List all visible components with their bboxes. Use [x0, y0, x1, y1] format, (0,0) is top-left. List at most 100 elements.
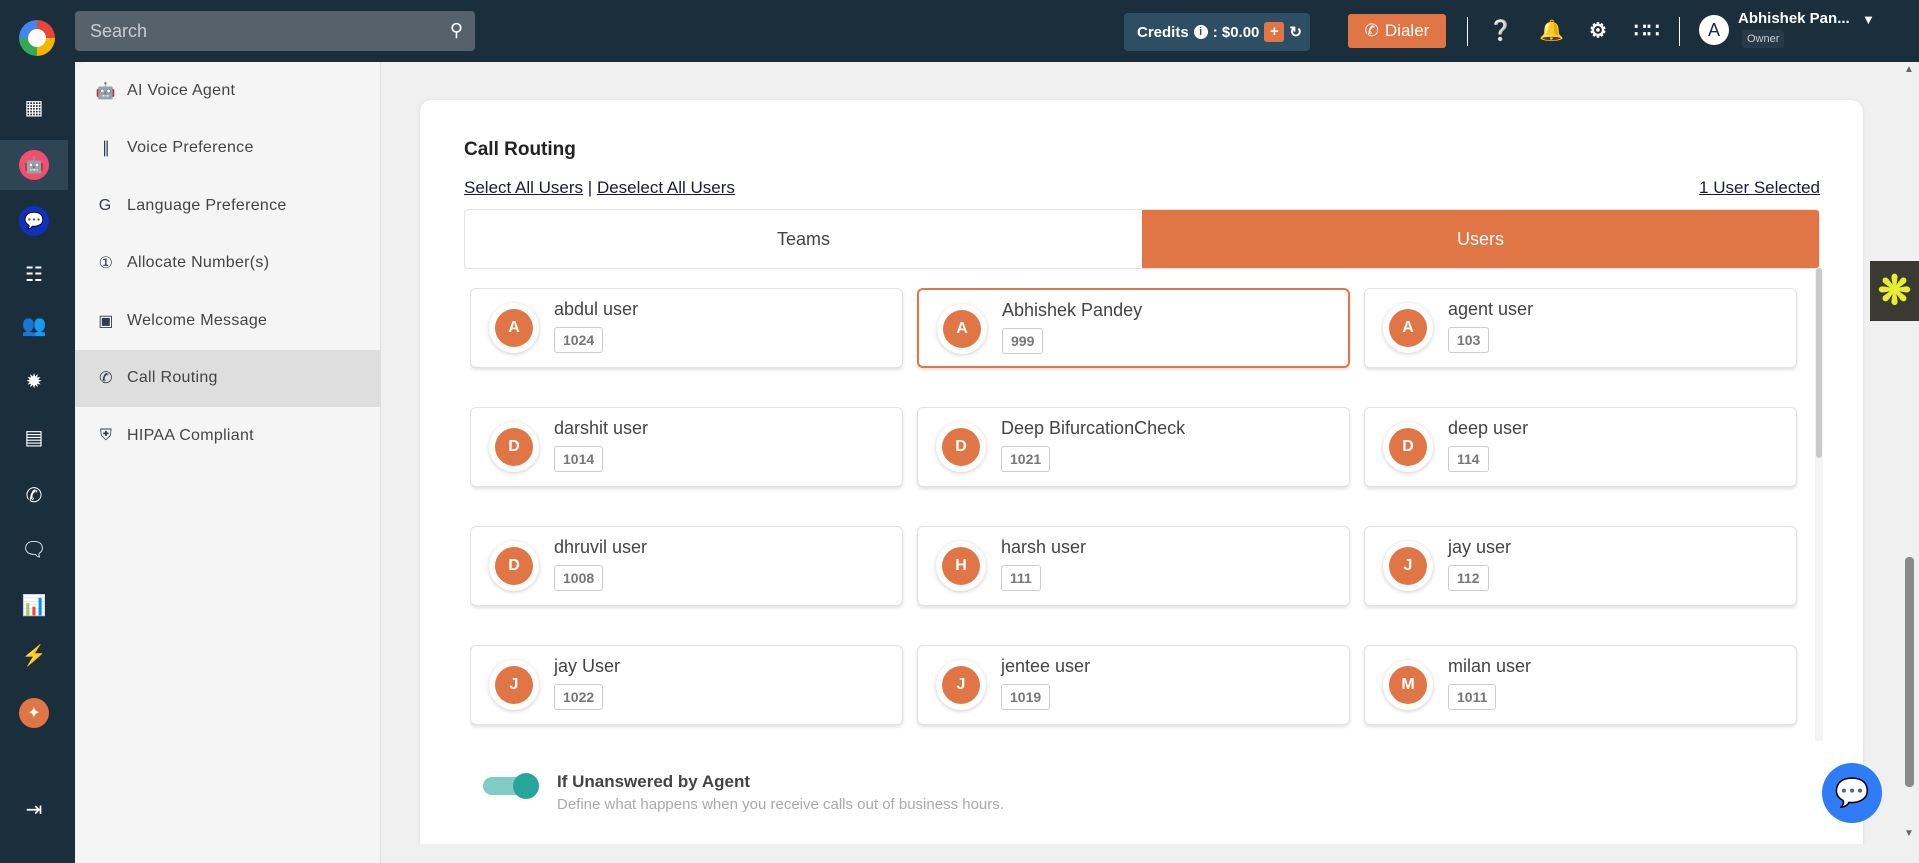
unanswered-description: Define what happens when you receive cal… — [557, 796, 1004, 813]
user-grid: A abdul user 1024 A Abhishek Pandey 999 A … — [470, 288, 1816, 741]
sidebar-item-allocate-numbers[interactable]: ① Allocate Number(s) — [75, 235, 380, 293]
message-icon[interactable]: 🗨 — [0, 524, 68, 574]
integrations-icon[interactable]: ✹ — [0, 356, 68, 406]
translate-icon: G — [98, 196, 114, 214]
selected-count[interactable]: 1 User Selected — [1699, 178, 1820, 198]
search-input[interactable]: Search ⚲ — [75, 11, 475, 51]
avatar: H — [936, 541, 986, 591]
deselect-all-users-link[interactable]: Deselect All Users — [597, 178, 735, 197]
tab-users[interactable]: Users — [1142, 210, 1819, 268]
sidebar-item-language-preference[interactable]: G Language Preference — [75, 177, 380, 235]
selection-links: Select All Users | Deselect All Users — [464, 178, 735, 198]
search-icon[interactable]: ⚲ — [450, 20, 463, 41]
extension-badge: 999 — [1002, 328, 1044, 354]
user-name: milan user — [1448, 656, 1532, 676]
sidebar-item-label: Allocate Number(s) — [127, 254, 270, 272]
extension-badge: 1011 — [1448, 684, 1497, 710]
sidebar-item-voice-preference[interactable]: ∥ Voice Preference — [75, 120, 380, 178]
asterisk-widget-icon[interactable]: ❋ — [1870, 261, 1919, 321]
info-icon[interactable]: i — [1193, 25, 1208, 39]
user-card[interactable]: M milan user 1011 — [1364, 645, 1797, 725]
workflow-icon[interactable]: ▤ — [0, 412, 68, 462]
user-card[interactable]: J jentee user 1019 — [917, 645, 1350, 725]
unanswered-title: If Unanswered by Agent — [557, 772, 751, 791]
app-logo[interactable] — [19, 20, 55, 56]
chat-bot-icon[interactable]: 💬 — [0, 196, 68, 246]
unanswered-toggle[interactable] — [483, 773, 539, 799]
page-scrollbar[interactable]: ▲ ▼ — [1900, 62, 1919, 843]
user-card[interactable]: J jay User 1022 — [470, 645, 903, 725]
extension-badge: 112 — [1448, 565, 1489, 591]
bell-icon[interactable]: 🔔 — [1539, 18, 1564, 43]
user-card[interactable]: D deep user 114 — [1364, 407, 1797, 487]
user-name: jay User — [554, 656, 621, 676]
apps-grid-icon[interactable]: ∷∷ — [1634, 18, 1659, 43]
phone-icon: ✆ — [1364, 21, 1379, 40]
user-card[interactable]: D darshit user 1014 — [470, 407, 903, 487]
avatar-initial: M — [1389, 666, 1427, 704]
avatar[interactable]: A — [1699, 15, 1729, 45]
ai-agent-icon[interactable]: 🤖 — [0, 140, 68, 190]
voice-wave-icon: ∥ — [101, 140, 111, 158]
ai-sparkle-icon[interactable]: ✦ — [0, 688, 68, 738]
refresh-icon[interactable]: ↻ — [1289, 23, 1302, 41]
avatar: A — [937, 304, 987, 354]
user-card[interactable]: A abdul user 1024 — [470, 288, 903, 368]
extension-badge: 1014 — [554, 446, 604, 472]
chevron-down-icon[interactable]: ▼ — [1862, 12, 1875, 27]
avatar: A — [489, 303, 539, 353]
robot-icon: 🤖 — [95, 82, 117, 100]
link-separator: | — [587, 178, 593, 197]
help-icon[interactable]: ❔ — [1488, 18, 1513, 43]
power-dialer-icon[interactable]: ⚡ — [0, 630, 68, 680]
user-grid-scrollbar[interactable] — [1815, 268, 1823, 741]
welcome-icon: ▣ — [98, 312, 114, 330]
reports-icon[interactable]: 📊 — [0, 580, 68, 630]
add-credits-button[interactable]: + — [1264, 22, 1285, 42]
sidebar-item-ai-voice-agent[interactable]: 🤖 AI Voice Agent — [75, 62, 380, 120]
user-card[interactable]: A Abhishek Pandey 999 — [917, 288, 1350, 368]
extension-badge: 1008 — [554, 565, 604, 591]
avatar-initial: D — [495, 428, 533, 466]
avatar: D — [1383, 422, 1433, 472]
user-name: jentee user — [1001, 656, 1091, 676]
contacts-icon[interactable]: 👥 — [0, 300, 68, 350]
gear-icon[interactable]: ⚙ — [1589, 18, 1607, 43]
avatar: J — [489, 660, 539, 710]
user-name: deep user — [1448, 418, 1529, 438]
user-name: agent user — [1448, 299, 1534, 319]
user-card[interactable]: H harsh user 111 — [917, 526, 1350, 606]
user-card[interactable]: D dhruvil user 1008 — [470, 526, 903, 606]
phone-icon: ✆ — [99, 370, 113, 388]
sidebar-item-label: AI Voice Agent — [127, 81, 236, 99]
tab-teams[interactable]: Teams — [465, 210, 1142, 268]
user-card[interactable]: J jay user 112 — [1364, 526, 1797, 606]
dialer-button[interactable]: ✆ Dialer — [1348, 14, 1446, 48]
avatar-initial: D — [1389, 428, 1427, 466]
logout-icon[interactable]: ⇥ — [0, 784, 68, 834]
dialpad-icon[interactable]: ☷ — [0, 249, 68, 299]
extension-badge: 103 — [1448, 327, 1490, 353]
credits-label: Credits — [1137, 23, 1189, 41]
user-card[interactable]: D Deep BifurcationCheck 1021 — [917, 407, 1350, 487]
sidebar-item-hipaa-compliant[interactable]: ⛨ HIPAA Compliant — [75, 407, 380, 465]
sidebar-item-label: HIPAA Compliant — [127, 426, 254, 444]
avatar: J — [1383, 541, 1433, 591]
left-rail: ▦ 🤖 💬 ☷ 👥 ✹ ▤ ✆ 🗨 📊 ⚡ ✦ ⇥ — [0, 62, 75, 863]
user-name: Abhishek Pandey — [1002, 300, 1143, 320]
routing-tabs: Teams Users — [464, 209, 1820, 269]
select-all-users-link[interactable]: Select All Users — [464, 178, 583, 197]
avatar: D — [936, 422, 986, 472]
dashboard-icon[interactable]: ▦ — [0, 82, 68, 132]
sidebar-item-call-routing[interactable]: ✆ Call Routing — [75, 349, 380, 407]
extension-badge: 1024 — [554, 327, 604, 353]
chat-support-icon[interactable]: 💬 — [1822, 763, 1882, 823]
user-name: harsh user — [1001, 537, 1087, 557]
avatar-initial: J — [942, 666, 980, 704]
avatar-initial: H — [942, 547, 980, 585]
user-card[interactable]: A agent user 103 — [1364, 288, 1797, 368]
user-name[interactable]: Abhishek Pan... — [1738, 10, 1850, 27]
sidebar-item-label: Voice Preference — [127, 139, 254, 157]
sidebar-item-welcome-message[interactable]: ▣ Welcome Message — [75, 292, 380, 350]
call-transfer-icon[interactable]: ✆ — [0, 470, 68, 520]
